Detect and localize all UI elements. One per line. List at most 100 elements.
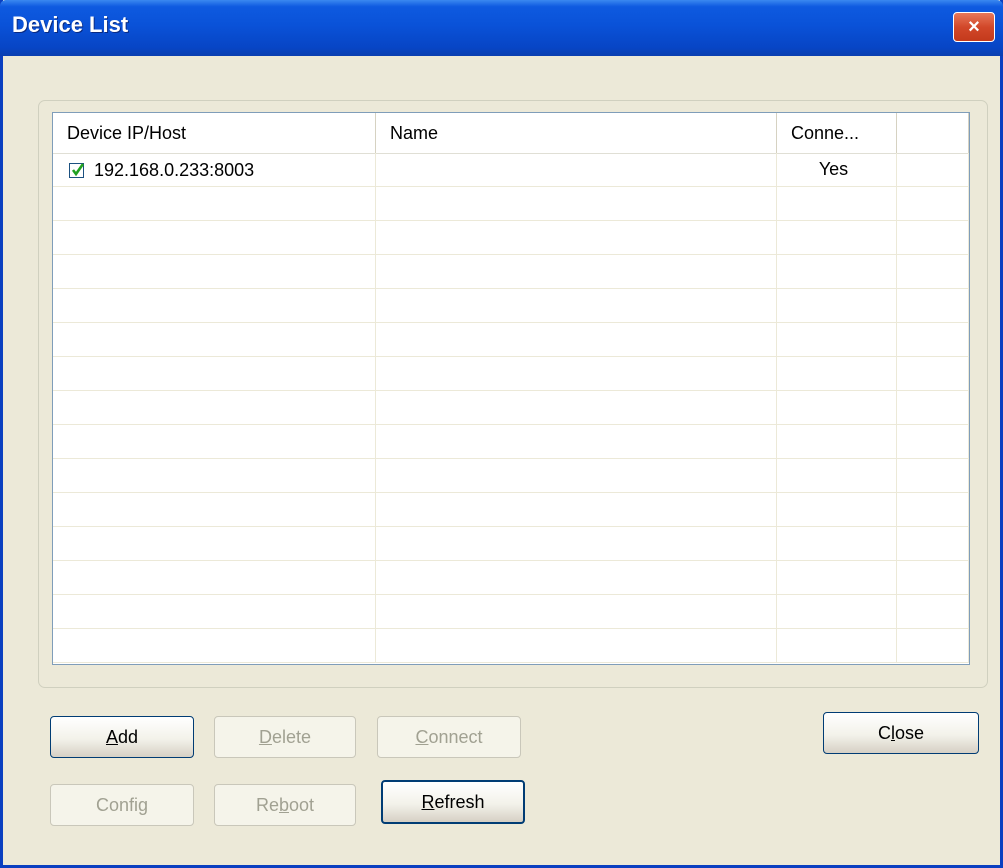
- table-row[interactable]: [53, 187, 969, 221]
- table-row[interactable]: [53, 561, 969, 595]
- delete-button[interactable]: Delete: [214, 716, 356, 758]
- empty-cell: [777, 187, 897, 221]
- device-ip-cell: 192.168.0.233:8003: [53, 153, 376, 187]
- reboot-label-mnemonic: b: [278, 794, 289, 815]
- empty-cell: [53, 255, 376, 289]
- device-list-view[interactable]: Device IP/Host Name Conne... 192.168.0.2…: [52, 112, 970, 665]
- empty-cell: [897, 221, 969, 255]
- table-row[interactable]: [53, 323, 969, 357]
- empty-cell: [897, 459, 969, 493]
- empty-cell: [53, 595, 376, 629]
- config-label-mnemonic: g: [138, 794, 149, 815]
- table-row[interactable]: [53, 527, 969, 561]
- table-row[interactable]: [53, 255, 969, 289]
- empty-cell: [777, 357, 897, 391]
- table-row[interactable]: 192.168.0.233:8003 Yes: [53, 153, 969, 187]
- empty-cell: [376, 561, 777, 595]
- empty-cell: [777, 255, 897, 289]
- empty-cell: [53, 527, 376, 561]
- delete-label-mnemonic: D: [258, 726, 272, 747]
- reboot-button[interactable]: Re b oot: [214, 784, 356, 826]
- empty-cell: [897, 357, 969, 391]
- refresh-label-mnemonic: R: [421, 791, 435, 812]
- window-title: Device List: [12, 12, 129, 37]
- empty-cell: [53, 187, 376, 221]
- close-window-button[interactable]: ×: [953, 12, 995, 42]
- empty-cell: [897, 391, 969, 425]
- column-header-blank[interactable]: [897, 113, 969, 153]
- close-button[interactable]: Cl ose: [823, 712, 979, 754]
- device-checkbox[interactable]: [69, 162, 85, 178]
- empty-cell: [777, 221, 897, 255]
- empty-cell: [777, 561, 897, 595]
- empty-cell: [376, 391, 777, 425]
- device-list-window: Device List × Device IP/Host Name Conne.…: [0, 0, 1003, 868]
- empty-cell: [376, 595, 777, 629]
- table-row[interactable]: [53, 425, 969, 459]
- empty-cell: [376, 323, 777, 357]
- add-label-post: dd: [117, 726, 139, 747]
- device-name-cell: [376, 153, 777, 187]
- empty-cell: [897, 425, 969, 459]
- empty-cell: [376, 425, 777, 459]
- list-body: 192.168.0.233:8003 Yes: [53, 153, 969, 663]
- empty-cell: [53, 459, 376, 493]
- title-bar[interactable]: Device List ×: [0, 0, 1003, 56]
- empty-cell: [777, 493, 897, 527]
- empty-cell: [376, 493, 777, 527]
- refresh-label-post: efresh: [434, 791, 485, 812]
- add-label-mnemonic: A: [105, 726, 118, 747]
- empty-cell: [777, 289, 897, 323]
- table-row[interactable]: [53, 629, 969, 663]
- empty-cell: [897, 527, 969, 561]
- empty-cell: [376, 629, 777, 663]
- table-row[interactable]: [53, 493, 969, 527]
- config-label-pre: Confi: [95, 794, 138, 815]
- empty-cell: [53, 323, 376, 357]
- checkmark-icon: [71, 162, 85, 176]
- empty-cell: [376, 289, 777, 323]
- delete-label-post: elete: [271, 726, 312, 747]
- reboot-label-post: oot: [289, 794, 315, 815]
- column-header-name[interactable]: Name: [376, 113, 777, 153]
- empty-cell: [376, 527, 777, 561]
- close-icon: ×: [968, 15, 980, 38]
- close-label-post: ose: [894, 722, 925, 743]
- table-row[interactable]: [53, 221, 969, 255]
- empty-cell: [897, 561, 969, 595]
- close-label-pre: C: [877, 722, 891, 743]
- table-row[interactable]: [53, 459, 969, 493]
- empty-cell: [376, 221, 777, 255]
- empty-cell: [777, 323, 897, 357]
- table-row[interactable]: [53, 391, 969, 425]
- column-header-connected[interactable]: Conne...: [777, 113, 897, 153]
- connect-button[interactable]: Connect: [377, 716, 521, 758]
- connect-label-mnemonic: C: [415, 726, 429, 747]
- empty-cell: [53, 289, 376, 323]
- empty-cell: [897, 255, 969, 289]
- empty-cell: [897, 629, 969, 663]
- empty-cell: [53, 357, 376, 391]
- empty-cell: [777, 629, 897, 663]
- config-button[interactable]: Confi g: [50, 784, 194, 826]
- add-button[interactable]: Add: [50, 716, 194, 758]
- empty-cell: [777, 425, 897, 459]
- empty-cell: [53, 391, 376, 425]
- empty-cell: [376, 255, 777, 289]
- empty-cell: [376, 357, 777, 391]
- table-row[interactable]: [53, 289, 969, 323]
- empty-cell: [897, 289, 969, 323]
- table-row[interactable]: [53, 357, 969, 391]
- table-row[interactable]: [53, 595, 969, 629]
- empty-cell: [897, 595, 969, 629]
- empty-cell: [897, 493, 969, 527]
- empty-cell: [53, 561, 376, 595]
- list-header: Device IP/Host Name Conne...: [53, 113, 969, 154]
- column-header-device-ip[interactable]: Device IP/Host: [53, 113, 376, 153]
- device-connected-cell: Yes: [777, 153, 897, 187]
- empty-cell: [53, 425, 376, 459]
- empty-cell: [897, 187, 969, 221]
- refresh-button[interactable]: Refresh: [381, 780, 525, 824]
- empty-cell: [53, 221, 376, 255]
- empty-cell: [897, 323, 969, 357]
